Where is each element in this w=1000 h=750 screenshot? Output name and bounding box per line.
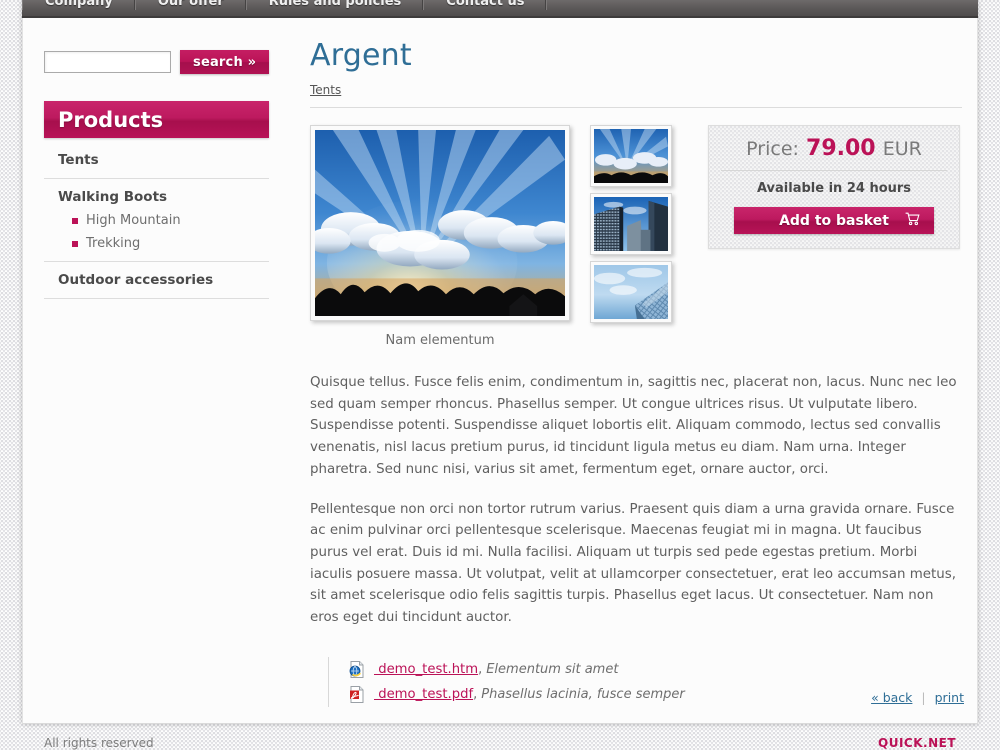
sidebar-subitem-high-mountain[interactable]: High Mountain xyxy=(58,213,269,228)
copyright-text: All rights reserved xyxy=(44,737,154,750)
pdf-file-icon xyxy=(349,685,365,703)
top-navigation: Company Our offer Rules and policies Con… xyxy=(22,0,978,18)
add-to-basket-label: Add to basket xyxy=(779,212,889,229)
price-amount: 79.00 xyxy=(806,136,876,161)
category-group-outdoor-accessories: Outdoor accessories xyxy=(44,262,269,299)
search-row: search » xyxy=(44,50,294,74)
sidebar-subitem-label[interactable]: Trekking xyxy=(86,236,140,251)
square-bullet-icon xyxy=(72,240,78,247)
search-button[interactable]: search » xyxy=(180,50,270,74)
availability-status: Available in 24 hours xyxy=(756,181,912,196)
attachment-list: demo_test.htm , Elementum sit amet demo_… xyxy=(328,656,962,707)
nav-tab-our-offer[interactable]: Our offer xyxy=(136,0,247,10)
glass-tower-upward-thumb-image xyxy=(594,265,668,319)
nav-tab-label: Contact us xyxy=(446,0,525,9)
price-label: Price: xyxy=(746,138,799,160)
nav-tab-rules-and-policies[interactable]: Rules and policies xyxy=(247,0,425,10)
sidebar: search » Products Tents Walking Boots Hi… xyxy=(44,50,294,299)
category-group-tents: Tents xyxy=(44,142,269,179)
skyscrapers-thumb-image xyxy=(594,197,668,251)
footer-separator: | xyxy=(921,690,926,705)
nav-tab-label: Company xyxy=(45,0,113,9)
sidebar-subitem-label[interactable]: High Mountain xyxy=(86,213,181,228)
main-photo-caption: Nam elementum xyxy=(385,333,495,348)
below-page-footer-inner: All rights reserved QUICK.NET xyxy=(44,737,956,750)
description-paragraph-2: Pellentesque non orci non tortor rutrum … xyxy=(310,501,956,626)
print-link[interactable]: print xyxy=(935,690,964,705)
products-header-label: Products xyxy=(58,107,164,132)
product-gallery: Nam elementum Price: 79.00 EUR Available… xyxy=(310,125,962,348)
product-description: Quisque tellus. Fusce felis enim, condim… xyxy=(310,372,958,629)
attachment-row-htm: demo_test.htm , Elementum sit amet xyxy=(349,657,962,682)
html-file-icon xyxy=(349,660,365,678)
back-link[interactable]: « back xyxy=(871,690,912,705)
attachment-comma: , xyxy=(473,686,478,702)
thumbnail-3[interactable] xyxy=(590,261,672,323)
attachment-row-pdf: demo_test.pdf , Phasellus lacinia, fusce… xyxy=(349,682,962,707)
vendor-logo-text: QUICK.NET xyxy=(878,737,956,750)
search-input[interactable] xyxy=(44,51,171,73)
attachment-link-htm[interactable]: demo_test.htm xyxy=(374,662,478,677)
price-line: Price: 79.00 EUR xyxy=(721,136,947,171)
shopping-cart-icon xyxy=(905,212,920,230)
main-product-photo[interactable] xyxy=(310,125,570,321)
nav-tab-contact-us[interactable]: Contact us xyxy=(424,0,548,10)
category-group-walking-boots: Walking Boots High Mountain Trekking xyxy=(44,179,269,262)
breadcrumb: Tents xyxy=(310,83,962,97)
square-bullet-icon xyxy=(72,217,78,224)
page-title: Argent xyxy=(310,38,412,73)
attachment-comma: , xyxy=(478,661,483,677)
sunbeams-through-clouds-thumb-image xyxy=(594,129,668,183)
products-header: Products xyxy=(44,101,269,138)
sunbeams-through-clouds-image xyxy=(315,130,565,316)
nav-tab-label: Our offer xyxy=(157,0,224,9)
attachment-description-pdf: Phasellus lacinia, fusce semper xyxy=(481,686,685,702)
nav-tab-label: Rules and policies xyxy=(268,0,402,9)
footer-links: « back | print xyxy=(871,690,964,705)
attachment-description-htm: Elementum sit amet xyxy=(486,661,619,677)
sidebar-item-tents[interactable]: Tents xyxy=(58,152,269,168)
main-content: Argent Tents Nam elementum Price: 79.00 … xyxy=(310,38,962,707)
title-divider xyxy=(310,107,962,108)
category-list: Tents Walking Boots High Mountain Trekki… xyxy=(44,142,269,299)
sidebar-subitem-trekking[interactable]: Trekking xyxy=(58,236,269,251)
attachment-link-pdf[interactable]: demo_test.pdf xyxy=(374,687,473,702)
thumbnail-2[interactable] xyxy=(590,193,672,255)
add-to-basket-button[interactable]: Add to basket xyxy=(734,207,934,234)
below-page-footer: All rights reserved QUICK.NET xyxy=(0,737,1000,750)
price-currency: EUR xyxy=(882,138,922,160)
thumbnail-1[interactable] xyxy=(590,125,672,187)
thumbnail-strip xyxy=(590,125,672,329)
main-photo-wrapper: Nam elementum xyxy=(310,125,570,348)
breadcrumb-item-tents[interactable]: Tents xyxy=(310,83,341,97)
sidebar-item-walking-boots[interactable]: Walking Boots xyxy=(58,189,269,205)
nav-tab-company[interactable]: Company xyxy=(22,0,136,10)
price-box: Price: 79.00 EUR Available in 24 hours A… xyxy=(708,125,960,249)
description-paragraph-1: Quisque tellus. Fusce felis enim, condim… xyxy=(310,375,957,477)
sidebar-item-outdoor-accessories[interactable]: Outdoor accessories xyxy=(58,272,269,288)
